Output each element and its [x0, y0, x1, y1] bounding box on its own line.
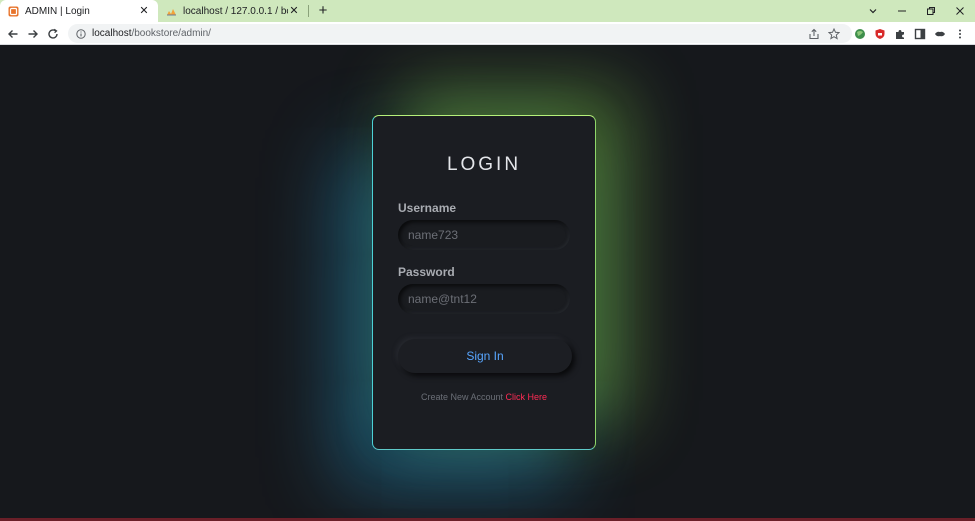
login-card: LOGIN Username Password Sign In Create N…: [372, 115, 596, 450]
minimize-icon[interactable]: [889, 0, 915, 22]
bookmark-star-icon[interactable]: [826, 25, 842, 42]
page-content: LOGIN Username Password Sign In Create N…: [0, 45, 975, 521]
back-arrow-icon[interactable]: [4, 25, 22, 42]
extensions-puzzle-icon[interactable]: [892, 25, 908, 42]
password-label: Password: [398, 265, 455, 279]
tab-title: localhost / 127.0.0.1 / bookstore: [183, 5, 288, 17]
side-panel-icon[interactable]: [912, 25, 928, 42]
shield-extension-icon[interactable]: [872, 25, 888, 42]
menu-kebab-icon[interactable]: [952, 25, 968, 42]
site-favicon-icon: [8, 6, 19, 17]
tab-admin-login[interactable]: ADMIN | Login ✕: [0, 0, 158, 22]
profile-icon[interactable]: [932, 25, 948, 42]
url-path: /bookstore/admin/: [131, 28, 211, 39]
tab-title: ADMIN | Login: [25, 5, 90, 17]
username-input[interactable]: [398, 220, 570, 250]
tab-phpmyadmin[interactable]: localhost / 127.0.0.1 / bookstore ✕: [158, 0, 308, 22]
tab-close-icon[interactable]: ✕: [288, 5, 300, 17]
phpmyadmin-favicon-icon: [166, 6, 177, 17]
password-input[interactable]: [398, 284, 570, 314]
window-close-icon[interactable]: [947, 0, 973, 22]
login-title: LOGIN: [446, 154, 522, 175]
sign-in-button[interactable]: Sign In: [398, 339, 572, 373]
url-host: localhost: [92, 28, 132, 39]
address-bar[interactable]: localhost/bookstore/admin/: [68, 24, 852, 43]
reload-icon[interactable]: [44, 25, 62, 42]
share-icon[interactable]: [806, 25, 822, 42]
restore-icon[interactable]: [918, 0, 944, 22]
new-tab-button[interactable]: +: [315, 2, 331, 20]
tab-strip: ADMIN | Login ✕ localhost / 127.0.0.1 / …: [0, 0, 975, 22]
tab-close-icon[interactable]: ✕: [138, 5, 150, 17]
browser-toolbar: localhost/bookstore/admin/: [0, 22, 975, 45]
tab-search-icon[interactable]: [860, 0, 886, 22]
create-account-line: Create New Account Click Here: [373, 392, 595, 402]
site-info-icon[interactable]: [76, 28, 86, 39]
username-label: Username: [398, 201, 457, 215]
tab-separator: [308, 5, 309, 17]
create-account-text: Create New Account: [420, 392, 506, 402]
forward-arrow-icon[interactable]: [24, 25, 42, 42]
extension-globe-icon[interactable]: [852, 25, 868, 42]
click-here-link[interactable]: Click Here: [506, 392, 548, 402]
